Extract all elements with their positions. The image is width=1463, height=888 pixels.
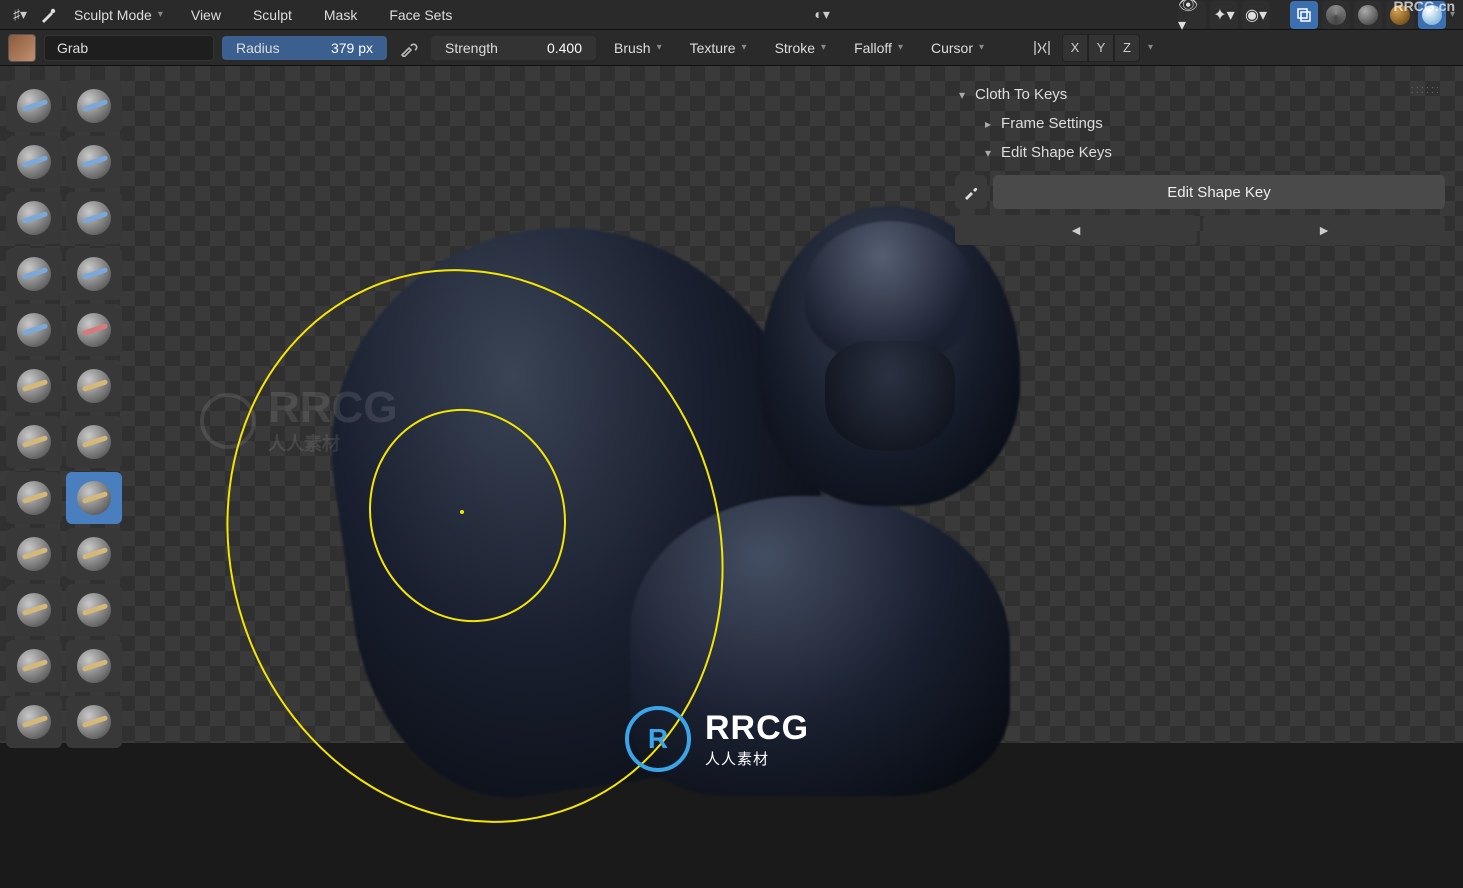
chevron-down-icon: ▾ bbox=[985, 146, 991, 160]
brush-cursor-center bbox=[460, 510, 464, 514]
axis-y[interactable]: Y bbox=[1088, 34, 1114, 62]
radius-label: Radius bbox=[236, 40, 280, 56]
brush-name-field[interactable]: Grab bbox=[44, 35, 214, 61]
symmetry-icon[interactable] bbox=[1030, 36, 1054, 60]
clay-tool[interactable] bbox=[6, 136, 62, 188]
menu-face-sets[interactable]: Face Sets bbox=[375, 3, 466, 27]
chevron-right-icon: ▸ bbox=[985, 117, 991, 131]
texture-dropdown[interactable]: Texture▾ bbox=[680, 36, 757, 60]
menu-mask[interactable]: Mask bbox=[310, 3, 371, 27]
xray-toggle[interactable] bbox=[1290, 1, 1318, 29]
mode-dropdown[interactable]: Sculpt Mode ▾ bbox=[64, 3, 173, 27]
watermark-center: R RRCG 人人素材 bbox=[625, 706, 809, 772]
section-title: Frame Settings bbox=[1001, 115, 1103, 132]
symmetry-axes: X Y Z bbox=[1062, 34, 1140, 62]
smooth-tool[interactable] bbox=[66, 304, 122, 356]
section-title: Cloth To Keys bbox=[975, 86, 1067, 103]
crease-tool[interactable] bbox=[6, 304, 62, 356]
watermark-sub-text: 人人素材 bbox=[705, 748, 809, 769]
watermark-faded: RRCG 人人素材 bbox=[200, 386, 398, 456]
sculpt-toolbar bbox=[6, 80, 122, 748]
property-bar: Grab Radius 379 px Strength 0.400 Brush▾… bbox=[0, 30, 1463, 66]
n-panel: :::::: ▾ Cloth To Keys ▸ Frame Settings … bbox=[955, 80, 1445, 245]
chevron-down-icon: ▾ bbox=[959, 88, 965, 102]
layer-tool[interactable] bbox=[66, 192, 122, 244]
snake-hook-tool[interactable] bbox=[66, 528, 122, 580]
radius-value: 379 px bbox=[331, 40, 373, 56]
clay-strips-tool[interactable] bbox=[66, 136, 122, 188]
thumb-tool[interactable] bbox=[6, 584, 62, 636]
axis-chevron[interactable]: ▾ bbox=[1148, 42, 1153, 53]
section-title: Edit Shape Keys bbox=[1001, 144, 1112, 161]
watermark-top-right: RRCG.cn bbox=[1394, 0, 1455, 14]
brush-preview[interactable] bbox=[8, 34, 36, 62]
blob-tool[interactable] bbox=[66, 248, 122, 300]
snap-icon[interactable]: ♯▾ bbox=[8, 3, 32, 27]
orientation-icon[interactable]: ◐▾ bbox=[810, 3, 834, 27]
overlay-icon[interactable]: ◉▾ bbox=[1242, 1, 1270, 29]
menu-sculpt[interactable]: Sculpt bbox=[239, 3, 306, 27]
draw-sharp-tool[interactable] bbox=[66, 80, 122, 132]
nudge-tool[interactable] bbox=[6, 640, 62, 692]
panel-section-edit[interactable]: ▾ Edit Shape Keys bbox=[955, 138, 1445, 167]
chevron-down-icon: ▾ bbox=[158, 9, 163, 20]
brush-mode-icon[interactable] bbox=[36, 3, 60, 27]
watermark-logo-icon: R bbox=[625, 706, 691, 772]
prev-key-button[interactable]: ◄ bbox=[955, 215, 1197, 245]
axis-z[interactable]: Z bbox=[1114, 34, 1140, 62]
sculpt-model bbox=[200, 166, 1020, 806]
pose-tool[interactable] bbox=[66, 584, 122, 636]
axis-x[interactable]: X bbox=[1062, 34, 1088, 62]
stroke-dropdown[interactable]: Stroke▾ bbox=[765, 36, 837, 60]
strength-slider[interactable]: Strength 0.400 bbox=[431, 36, 596, 60]
falloff-dropdown[interactable]: Falloff▾ bbox=[844, 36, 913, 60]
boundary-tool[interactable] bbox=[66, 696, 122, 748]
eyedropper-button[interactable] bbox=[955, 175, 987, 209]
rotate-tool[interactable] bbox=[66, 640, 122, 692]
flatten-tool[interactable] bbox=[6, 360, 62, 412]
shading-wire[interactable] bbox=[1322, 1, 1350, 29]
strength-label: Strength bbox=[445, 40, 498, 56]
panel-drag-handle[interactable]: :::::: bbox=[1411, 84, 1441, 96]
multiplane-tool[interactable] bbox=[66, 416, 122, 468]
gizmo-icon[interactable]: ✦▾ bbox=[1210, 1, 1238, 29]
pinch-tool[interactable] bbox=[6, 472, 62, 524]
panel-section-cloth[interactable]: ▾ Cloth To Keys bbox=[955, 80, 1445, 109]
panel-section-frame[interactable]: ▸ Frame Settings bbox=[955, 109, 1445, 138]
grab-tool[interactable] bbox=[66, 472, 122, 524]
slide-tool[interactable] bbox=[6, 696, 62, 748]
scrape-tool[interactable] bbox=[6, 416, 62, 468]
radius-slider[interactable]: Radius 379 px bbox=[222, 36, 387, 60]
shading-solid[interactable] bbox=[1354, 1, 1382, 29]
watermark-main-text: RRCG bbox=[705, 709, 809, 748]
radius-pressure-icon[interactable] bbox=[395, 34, 423, 62]
draw-tool[interactable] bbox=[6, 80, 62, 132]
header-bar: ♯▾ Sculpt Mode ▾ View Sculpt Mask Face S… bbox=[0, 0, 1463, 30]
strength-value: 0.400 bbox=[547, 40, 582, 56]
clay-thumb-tool[interactable] bbox=[6, 192, 62, 244]
cursor-dropdown[interactable]: Cursor▾ bbox=[921, 36, 994, 60]
viewport[interactable]: RRCG 人人素材 R RRCG 人人素材 :::::: ▾ Cloth To … bbox=[0, 66, 1463, 743]
elastic-tool[interactable] bbox=[6, 528, 62, 580]
edit-shape-key-button[interactable]: Edit Shape Key bbox=[993, 175, 1445, 209]
menu-view[interactable]: View bbox=[177, 3, 235, 27]
inflate-tool[interactable] bbox=[6, 248, 62, 300]
brush-dropdown[interactable]: Brush▾ bbox=[604, 36, 672, 60]
fill-tool[interactable] bbox=[66, 360, 122, 412]
visibility-icon[interactable]: 👁▾ bbox=[1178, 1, 1206, 29]
next-key-button[interactable]: ► bbox=[1203, 215, 1445, 245]
mode-label: Sculpt Mode bbox=[74, 7, 152, 23]
